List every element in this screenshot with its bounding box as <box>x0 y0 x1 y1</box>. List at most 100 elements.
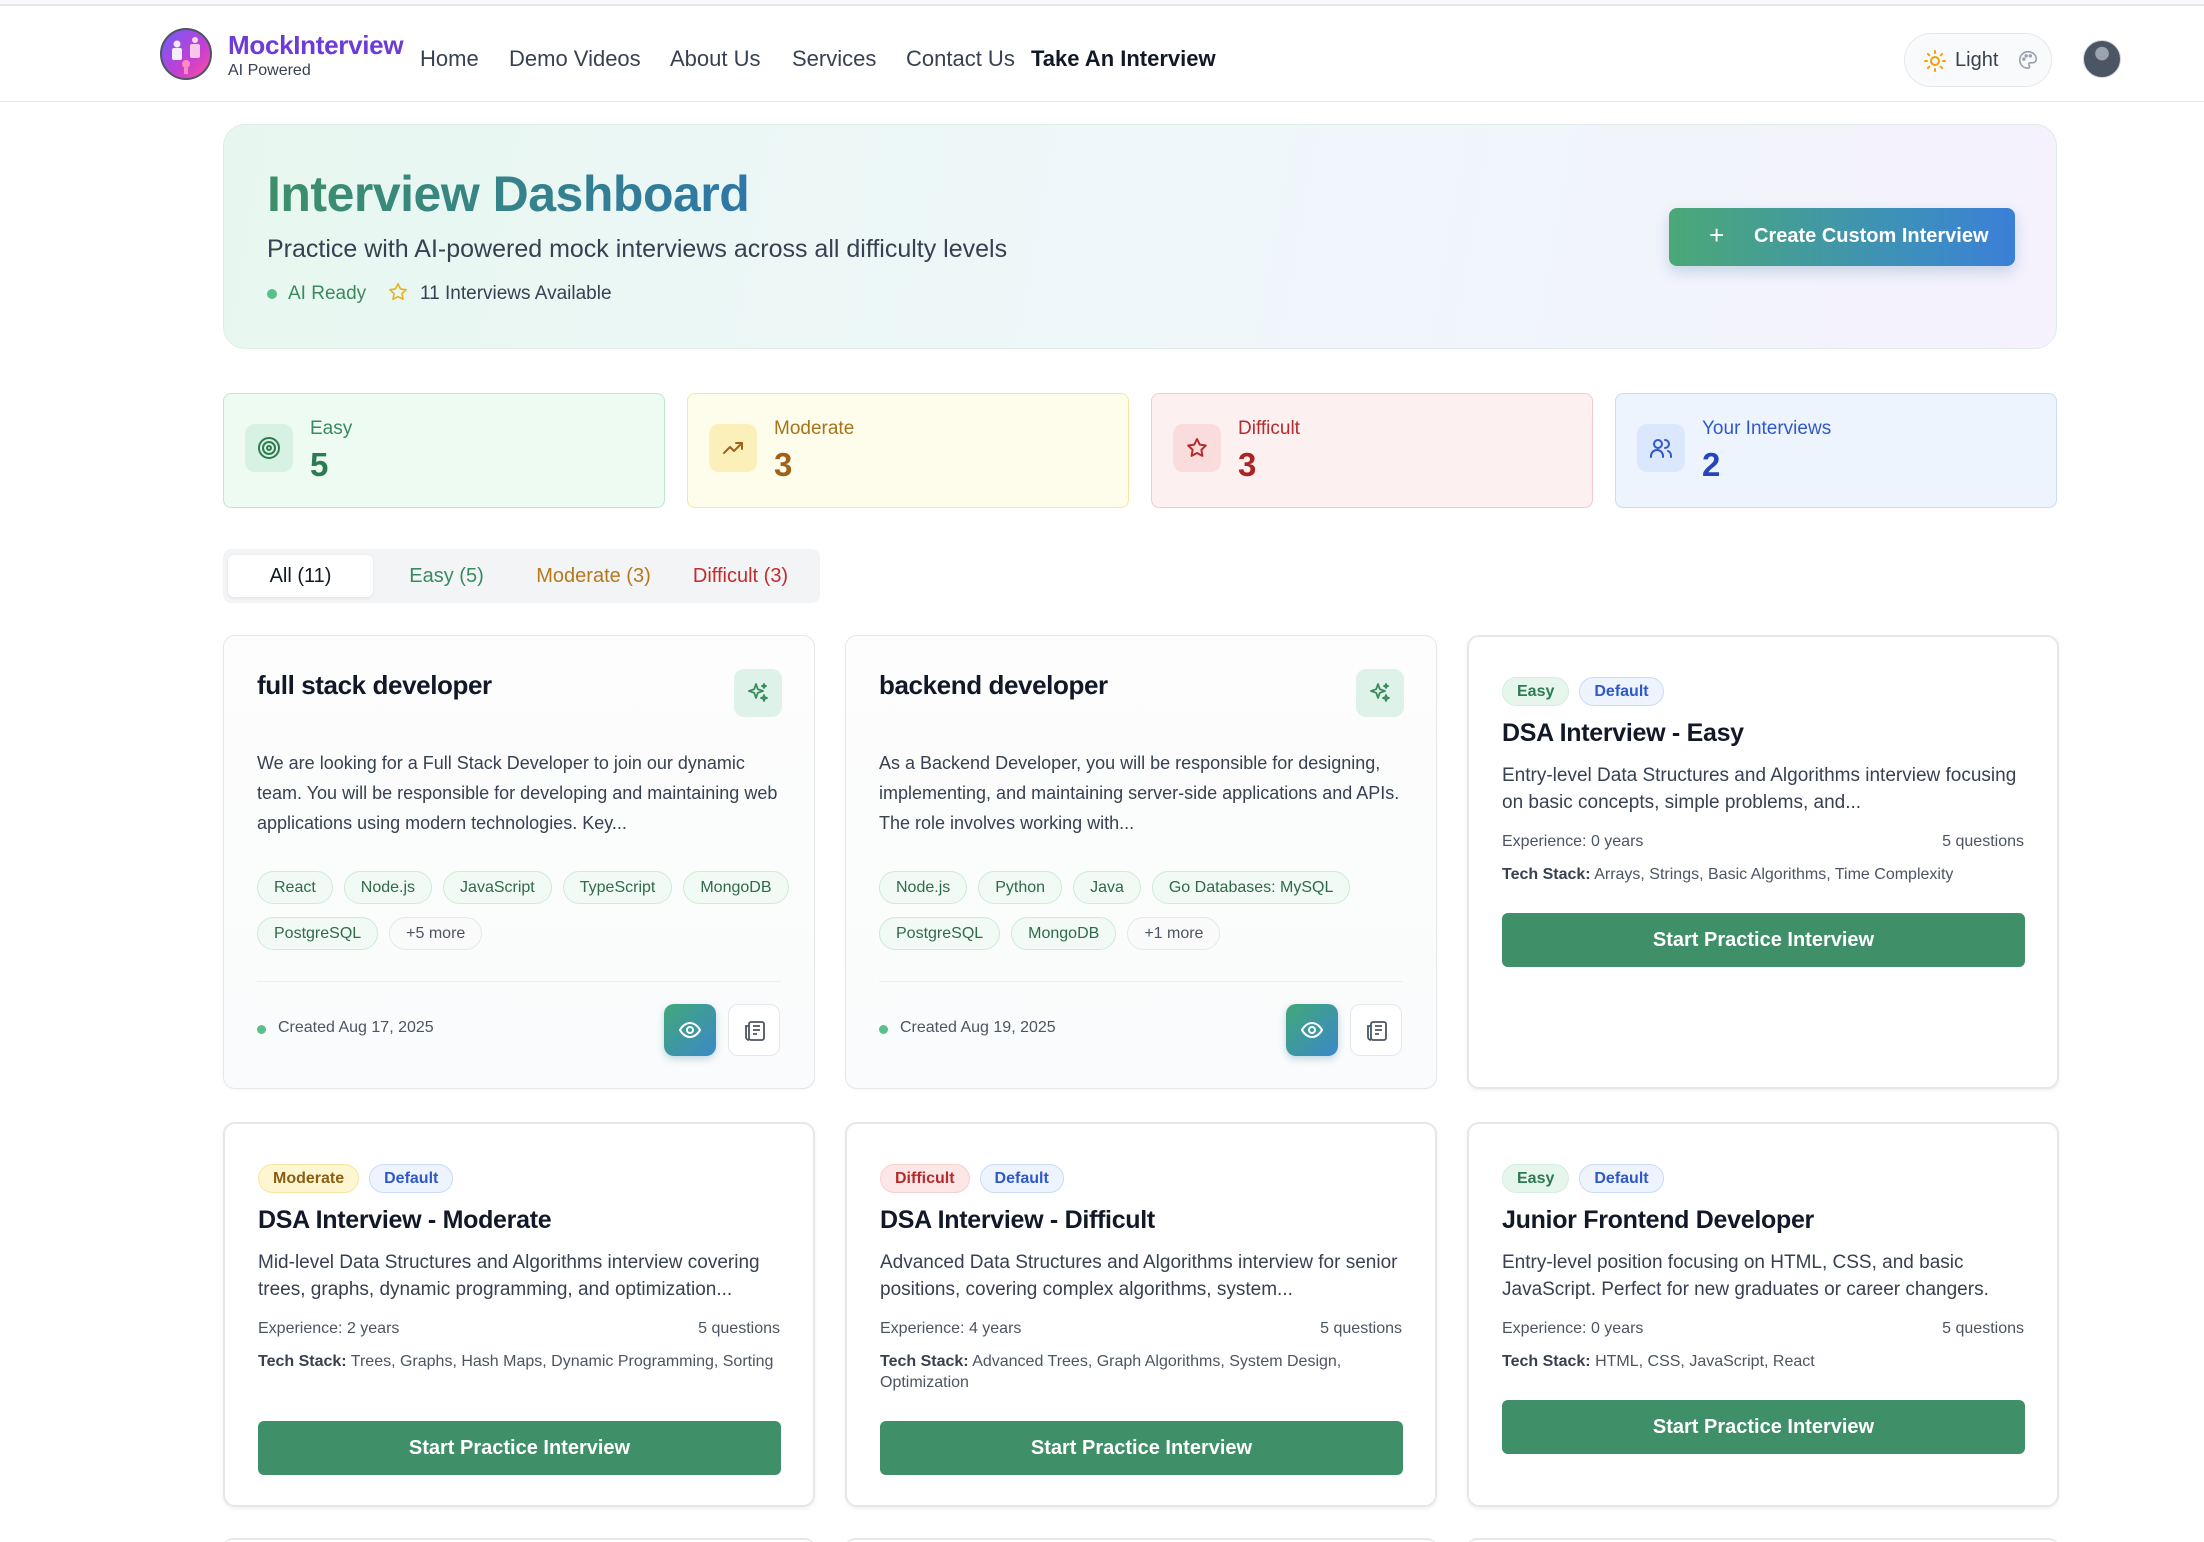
theme-label: Light <box>1955 49 1999 71</box>
tab-moderate[interactable]: Moderate (3) <box>520 555 667 597</box>
brand-name[interactable]: MockInterview <box>228 30 404 61</box>
user-avatar[interactable] <box>2083 40 2121 78</box>
nav-link-about-us[interactable]: About Us <box>670 46 761 72</box>
card-description: Advanced Data Structures and Algorithms … <box>880 1252 1398 1300</box>
star-icon <box>1173 424 1221 472</box>
stat-value: 5 <box>310 446 329 483</box>
card-description: As a Backend Developer, you will be resp… <box>879 753 1400 833</box>
tech-stack-value: HTML, CSS, JavaScript, React <box>1595 1353 1815 1370</box>
plus-icon: + <box>1709 220 1725 250</box>
card-title: backend developer <box>879 670 1108 700</box>
tech-tag: Node.js <box>343 871 433 904</box>
nav-link-services[interactable]: Services <box>792 46 876 72</box>
tech-tag: Node.js <box>879 871 968 904</box>
users-icon <box>1637 424 1685 472</box>
star-icon <box>389 282 407 301</box>
navbar: MockInterview AI Powered Home Demo Video… <box>0 6 2204 102</box>
view-button[interactable] <box>664 1004 716 1056</box>
question-count: 5 questions <box>1942 1320 2024 1337</box>
card-description: Entry-level Data Structures and Algorith… <box>1502 765 2017 813</box>
nav-link-home[interactable]: Home <box>420 46 479 72</box>
default-badge: Default <box>1579 677 1664 706</box>
tech-tag: TypeScript <box>562 871 673 904</box>
start-practice-button[interactable]: Start Practice Interview <box>258 1421 781 1475</box>
card-title: Junior Frontend Developer <box>1502 1206 1814 1234</box>
tech-tag: React <box>257 871 333 904</box>
card-badges: Moderate Default <box>258 1164 454 1193</box>
tech-stack: Tech Stack: HTML, CSS, JavaScript, React <box>1502 1351 2032 1372</box>
difficulty-badge: Moderate <box>258 1164 360 1193</box>
interviews-available: 11 Interviews Available <box>420 283 612 304</box>
tech-tag: PostgreSQL <box>879 917 1001 950</box>
tech-tag: PostgreSQL <box>257 917 379 950</box>
difficulty-badge: Difficult <box>880 1164 970 1193</box>
start-practice-button[interactable]: Start Practice Interview <box>880 1421 1403 1475</box>
theme-toggle[interactable]: Light <box>1904 33 2052 87</box>
brand-logo[interactable] <box>160 28 212 80</box>
nav-link-take-interview[interactable]: Take An Interview <box>1031 46 1216 72</box>
palette-icon <box>2019 50 2038 70</box>
card-peek <box>223 1538 815 1542</box>
stat-value: 2 <box>1702 446 1721 483</box>
nav-link-demo-videos[interactable]: Demo Videos <box>509 46 641 72</box>
tech-tag: Go Databases: MySQL <box>1151 871 1351 904</box>
tab-difficult[interactable]: Difficult (3) <box>667 555 814 597</box>
report-button[interactable] <box>1350 1004 1402 1056</box>
stat-card-difficult: Difficult 3 <box>1151 393 1593 508</box>
create-custom-interview-button[interactable]: + Create Custom Interview <box>1669 208 2015 266</box>
start-practice-button[interactable]: Start Practice Interview <box>1502 1400 2025 1454</box>
eye-icon <box>1300 1021 1324 1039</box>
card-description: We are looking for a Full Stack Develope… <box>257 753 778 833</box>
tech-stack-label: Tech Stack: <box>258 1353 347 1370</box>
target-icon <box>245 424 293 472</box>
card-badges: Easy Default <box>1502 677 1664 706</box>
tab-easy[interactable]: Easy (5) <box>373 555 520 597</box>
stat-label: Difficult <box>1238 418 1300 439</box>
template-interview-card[interactable]: Moderate Default DSA Interview - Moderat… <box>223 1122 815 1507</box>
tech-stack: Tech Stack: Trees, Graphs, Hash Maps, Dy… <box>258 1351 788 1372</box>
view-button[interactable] <box>1286 1004 1338 1056</box>
stat-card-moderate: Moderate 3 <box>687 393 1129 508</box>
default-badge: Default <box>979 1164 1064 1193</box>
start-practice-button[interactable]: Start Practice Interview <box>1502 913 2025 967</box>
tech-stack-label: Tech Stack: <box>1502 866 1591 883</box>
experience: Experience: 4 years <box>880 1320 1022 1337</box>
experience: Experience: 2 years <box>258 1320 400 1337</box>
card-badges: Easy Default <box>1502 1164 1664 1193</box>
trending-up-icon <box>709 424 757 472</box>
template-interview-card[interactable]: Easy Default DSA Interview - Easy Entry-… <box>1467 635 2059 1089</box>
tech-stack: Tech Stack: Advanced Trees, Graph Algori… <box>880 1351 1410 1393</box>
template-interview-card[interactable]: Easy Default Junior Frontend Developer E… <box>1467 1122 2059 1507</box>
question-count: 5 questions <box>1942 833 2024 850</box>
tech-stack: Tech Stack: Arrays, Strings, Basic Algor… <box>1502 864 2032 885</box>
question-count: 5 questions <box>698 1320 780 1337</box>
page-title: Interview Dashboard <box>267 166 750 222</box>
stat-label: Easy <box>310 418 353 439</box>
stat-value: 3 <box>1238 446 1257 483</box>
status-dot <box>879 1025 888 1034</box>
difficulty-badge: Easy <box>1502 1164 1570 1193</box>
newspaper-icon <box>745 1021 765 1041</box>
stat-card-easy: Easy 5 <box>223 393 665 508</box>
dashboard-hero: Interview Dashboard Practice with AI-pow… <box>223 124 2057 349</box>
template-interview-card[interactable]: Difficult Default DSA Interview - Diffic… <box>845 1122 1437 1507</box>
tech-stack-value: Trees, Graphs, Hash Maps, Dynamic Progra… <box>350 1353 774 1370</box>
tech-tag: Java <box>1073 871 1141 904</box>
nav-link-contact-us[interactable]: Contact Us <box>906 46 1015 72</box>
question-count: 5 questions <box>1320 1320 1402 1337</box>
tech-tag: MongoDB <box>683 871 789 904</box>
custom-interview-card[interactable]: full stack developer We are looking for … <box>223 635 815 1089</box>
card-peek <box>845 1538 1437 1542</box>
report-button[interactable] <box>728 1004 780 1056</box>
tech-tags: Node.js Python Java Go Databases: MySQL … <box>879 871 1419 950</box>
card-description: Entry-level position focusing on HTML, C… <box>1502 1252 1989 1300</box>
stat-label: Your Interviews <box>1702 418 1832 439</box>
custom-interview-card[interactable]: backend developer As a Backend Developer… <box>845 635 1437 1089</box>
brand-subtitle: AI Powered <box>228 62 311 79</box>
tab-all[interactable]: All (11) <box>228 555 373 597</box>
sparkles-icon <box>734 669 782 717</box>
tech-tag: JavaScript <box>443 871 552 904</box>
default-badge: Default <box>369 1164 454 1193</box>
tech-tag: Python <box>978 871 1063 904</box>
ai-status: AI Ready <box>288 283 367 304</box>
